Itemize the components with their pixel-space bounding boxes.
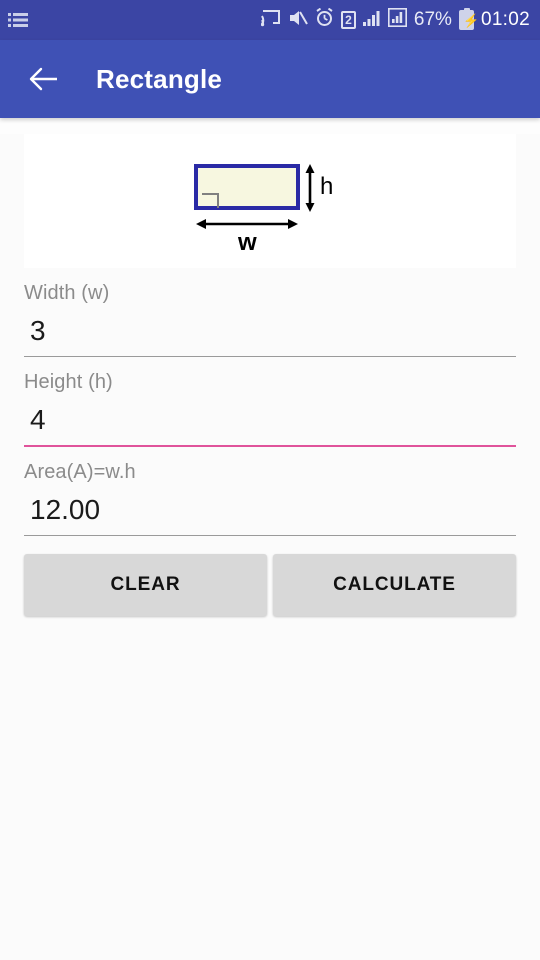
volume-mute-icon [288, 9, 308, 32]
page-title: Rectangle [96, 63, 223, 94]
status-bar: 2 67% ⚡ 01:02 [0, 0, 540, 40]
sim-badge-icon: 2 [340, 11, 356, 29]
battery-charging-icon: ⚡ [458, 8, 479, 30]
calculate-button[interactable]: CALCULATE [273, 554, 516, 616]
alarm-clock-icon [315, 7, 334, 32]
area-field-group: Area(A)=w.h [24, 461, 516, 536]
signal-bars-icon [362, 10, 381, 31]
rectangle-diagram: h w [190, 146, 350, 256]
height-field-label: Height (h) [24, 371, 113, 393]
battery-percent-label: 67% [413, 9, 452, 30]
area-output[interactable] [24, 492, 516, 536]
clear-button[interactable]: CLEAR [24, 554, 267, 616]
diagram-card: h w [24, 134, 516, 268]
height-field-group: Height (h) [24, 371, 516, 447]
width-field-group: Width (w) [24, 282, 516, 357]
charging-bolt-icon: ⚡ [462, 13, 480, 28]
sim-badge-label: 2 [345, 13, 352, 27]
width-field-label: Width (w) [24, 282, 110, 304]
height-input[interactable] [24, 402, 516, 447]
main-content: h w Width (w) Height (h) Area(A)=w.h CLE… [0, 134, 540, 960]
signal-bars-boxed-icon [387, 8, 407, 32]
svg-text:w: w [237, 229, 257, 256]
width-input[interactable] [24, 313, 516, 357]
status-bar-left [8, 12, 28, 28]
app-bar: Rectangle [0, 40, 540, 118]
back-arrow-icon[interactable] [22, 58, 64, 100]
list-menu-icon[interactable] [8, 12, 28, 28]
cast-icon [260, 9, 281, 32]
status-bar-clock: 01:02 [480, 9, 530, 30]
status-bar-right: 2 67% ⚡ 01:02 [260, 7, 530, 32]
area-field-label: Area(A)=w.h [24, 461, 136, 483]
svg-text:h: h [320, 173, 333, 200]
action-button-row: CLEAR CALCULATE [24, 554, 516, 616]
